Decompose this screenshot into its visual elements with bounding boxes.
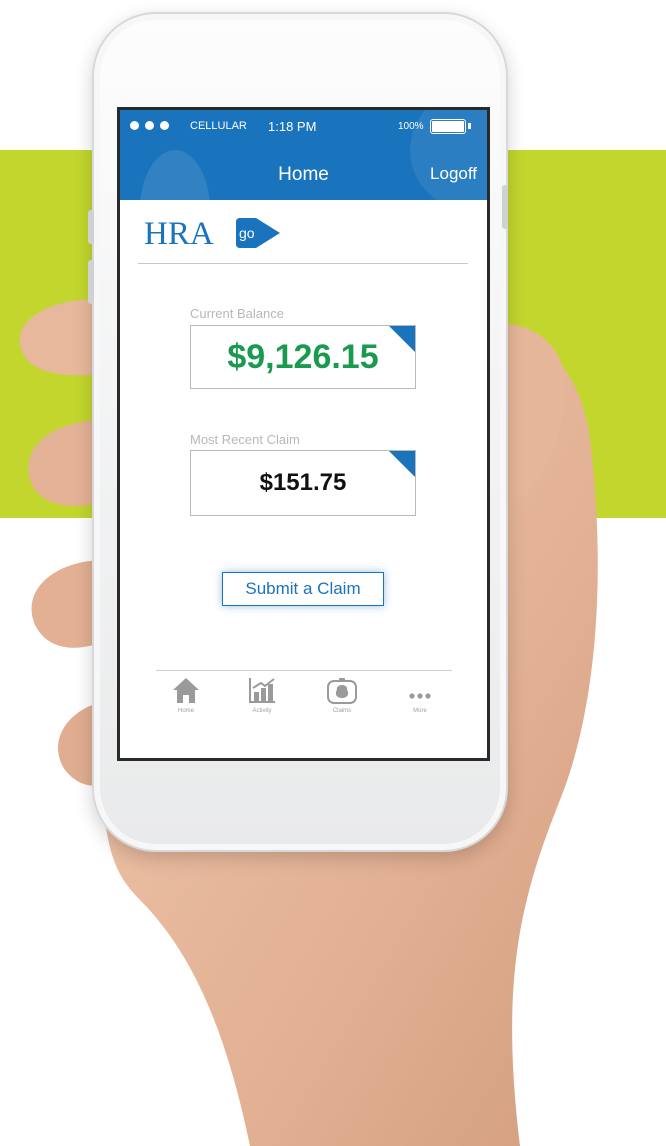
tab-bar-divider [156,670,452,671]
tab-claims[interactable]: Claims [312,676,372,714]
logoff-button[interactable]: Logoff [430,164,477,184]
phone-side-button [88,210,94,244]
activity-chart-icon [249,678,275,703]
logo-text: HRA [144,216,214,252]
tab-label: Claims [332,708,352,714]
recent-claim-card[interactable]: $151.75 [190,450,416,516]
go-play-badge-icon: go [236,218,280,248]
current-balance-card[interactable]: $9,126.15 [190,325,416,389]
tab-more[interactable]: More [390,676,450,714]
battery-icon [430,119,466,134]
tab-activity[interactable]: Activity [232,676,292,714]
hra-go-logo: HRA go [144,216,280,252]
current-balance-label: Current Balance [190,306,284,321]
tab-label: More [413,708,427,714]
battery-percent: 100% [398,121,424,132]
submit-claim-button[interactable]: Submit a Claim [222,572,384,606]
status-bar: CELLULAR 1:18 PM 100% [120,118,487,136]
carrier-name: CELLULAR [190,120,247,132]
claims-money-bag-icon [327,678,357,704]
home-icon [173,678,199,703]
recent-claim-value: $151.75 [259,469,347,496]
signal-dots-icon [130,121,175,133]
tab-home[interactable]: Home [156,676,216,714]
current-balance-value: $9,126.15 [227,338,379,376]
phone-screen: CELLULAR 1:18 PM 100% Home Logoff HRA go… [117,107,490,761]
more-dots-icon [409,693,431,699]
battery-tip [468,123,471,129]
tab-label: Home [177,708,194,714]
logo-badge-text: go [239,225,255,241]
header-divider [138,263,468,264]
tab-label: Activity [252,708,272,714]
app-header: CELLULAR 1:18 PM 100% Home Logoff [120,110,487,200]
phone-volume-button [88,260,94,304]
recent-claim-label: Most Recent Claim [190,432,300,447]
status-time: 1:18 PM [268,119,317,134]
phone-power-button [502,185,508,229]
